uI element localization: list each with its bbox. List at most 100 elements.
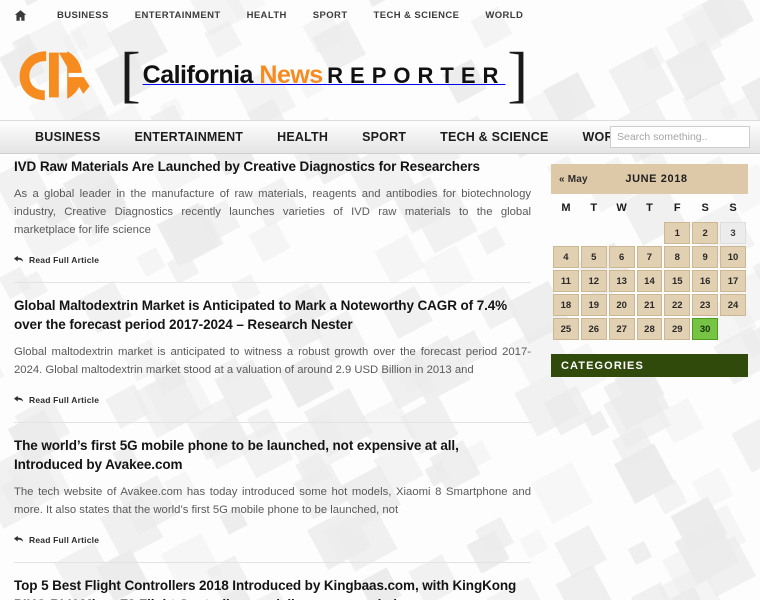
calendar-week-row: 123 (553, 222, 746, 244)
calendar-day-cell[interactable]: 5 (580, 246, 607, 268)
calendar-day-cell[interactable]: 25 (553, 318, 579, 340)
calendar-day-cell[interactable]: 23 (692, 294, 719, 316)
calendar-week-row: 18 19 20 21 22 23 24 (553, 294, 746, 316)
calendar-week-row: 11 12 13 14 15 16 17 (553, 270, 746, 292)
topnav-item-business[interactable]: BUSINESS (44, 10, 122, 21)
calendar-weekday: T (646, 202, 653, 214)
calendar-day-cell[interactable]: 1 (664, 222, 691, 244)
calendar-day-cell[interactable]: 15 (664, 270, 691, 292)
calendar-body: 1 2 3 4 5 6 7 8 9 10 11 12 13 14 15 16 17 18 19 20 21 22 23 24 2… (553, 222, 746, 340)
nav-item-health[interactable]: HEALTH (260, 130, 345, 144)
calendar-empty-cell (720, 318, 746, 340)
nav-item-business[interactable]: BUSINESS (18, 130, 118, 144)
read-full-article-link[interactable]: Read Full Article (14, 255, 99, 265)
calendar-day-cell[interactable]: 17 (720, 270, 746, 292)
article-item: IVD Raw Materials Are Launched by Creati… (14, 157, 531, 283)
sidebar: « May JUNE 2018 M T W T F S S 1 2 3 4 5 … (545, 154, 760, 600)
calendar-weekday: S (701, 202, 709, 214)
calendar-empty-cell (581, 222, 607, 244)
reply-arrow-icon (14, 395, 24, 404)
read-full-article-link[interactable]: Read Full Article (14, 395, 99, 405)
calendar-day-cell[interactable]: 20 (608, 294, 635, 316)
calendar-day-cell[interactable]: 16 (692, 270, 719, 292)
calendar-weekday: S (729, 202, 737, 214)
calendar-weekday: T (590, 202, 598, 214)
article-title[interactable]: The world’s first 5G mobile phone to be … (14, 436, 531, 474)
site-logo[interactable]: [ California News REPORTER ] (14, 41, 536, 109)
calendar-day-cell[interactable]: 4 (553, 246, 579, 268)
read-full-article-label: Read Full Article (29, 534, 100, 545)
calendar-day-cell[interactable]: 30 (692, 318, 719, 340)
calendar-week-row: 25 26 27 28 29 30 (553, 318, 746, 340)
home-icon[interactable] (12, 7, 28, 23)
calendar-day-cell[interactable]: 9 (692, 246, 719, 268)
top-utility-nav: BUSINESS ENTERTAINMENT HEALTH SPORT TECH… (0, 0, 760, 30)
reply-arrow-icon (14, 255, 24, 264)
calendar-widget: « May JUNE 2018 M T W T F S S 1 2 3 4 5 … (551, 164, 748, 342)
calendar-day-cell[interactable]: 28 (636, 318, 663, 340)
calendar-day-cell[interactable]: 29 (664, 318, 691, 340)
calendar-day-cell[interactable]: 13 (608, 270, 635, 292)
calendar-empty-cell (553, 222, 579, 244)
article-title[interactable]: Top 5 Best Flight Controllers 2018 Intro… (14, 576, 531, 600)
topnav-item-entertainment[interactable]: ENTERTAINMENT (122, 10, 234, 21)
calendar-day-cell[interactable]: 21 (636, 294, 663, 316)
topnav-item-health[interactable]: HEALTH (234, 10, 300, 21)
topnav-item-world[interactable]: WORLD (472, 10, 536, 21)
content-area: IVD Raw Materials Are Launched by Creati… (0, 154, 760, 600)
topnav-item-tech-science[interactable]: TECH & SCIENCE (361, 10, 473, 21)
article-item: Top 5 Best Flight Controllers 2018 Intro… (14, 576, 531, 600)
calendar-weekday: W (616, 202, 627, 214)
calendar-day-cell[interactable]: 14 (636, 270, 663, 292)
search-input[interactable] (610, 126, 750, 148)
calendar-day-cell[interactable]: 12 (580, 270, 607, 292)
calendar-day-cell[interactable]: 10 (720, 246, 746, 268)
calendar-day-cell[interactable]: 2 (692, 222, 719, 244)
categories-heading: CATEGORIES (551, 354, 748, 377)
nav-item-sport[interactable]: SPORT (345, 130, 423, 144)
calendar-week-row: 4 5 6 7 8 9 10 (553, 246, 746, 268)
topnav-item-sport[interactable]: SPORT (300, 10, 361, 21)
calendar-weekday: M (561, 202, 571, 214)
main-nav: BUSINESS ENTERTAINMENT HEALTH SPORT TECH… (0, 120, 760, 154)
reply-arrow-icon (14, 535, 24, 544)
article-title[interactable]: IVD Raw Materials Are Launched by Creati… (14, 157, 531, 176)
calendar-day-cell[interactable]: 6 (608, 246, 635, 268)
read-full-article-label: Read Full Article (29, 394, 100, 405)
calendar-empty-cell (609, 222, 635, 244)
calendar-weekday-row: M T W T F S S (553, 196, 746, 220)
calendar-day-cell[interactable]: 8 (664, 246, 691, 268)
article-title[interactable]: Global Maltodextrin Market is Anticipate… (14, 296, 531, 334)
calendar-weekday: F (673, 202, 681, 214)
article-excerpt: As a global leader in the manufacture of… (14, 188, 531, 236)
calendar-day-cell[interactable]: 3 (720, 222, 746, 244)
article-list: IVD Raw Materials Are Launched by Creati… (0, 154, 545, 600)
calendar-header: « May JUNE 2018 (551, 164, 748, 194)
calendar-day-cell[interactable]: 27 (608, 318, 635, 340)
calendar-day-cell[interactable]: 26 (580, 318, 607, 340)
article-excerpt: Global maltodextrin market is anticipate… (14, 346, 531, 376)
bracket-right: ] (507, 41, 529, 109)
calendar-prev-month-link[interactable]: « May (559, 174, 588, 185)
categories-widget: CATEGORIES (551, 354, 748, 377)
article-item: Global Maltodextrin Market is Anticipate… (14, 296, 531, 423)
calendar-day-cell[interactable]: 24 (720, 294, 746, 316)
calendar-day-cell[interactable]: 19 (580, 294, 607, 316)
nav-item-entertainment[interactable]: ENTERTAINMENT (118, 130, 261, 144)
logo-wordmark: [ California News REPORTER ] (112, 41, 536, 109)
bracket-left: [ (120, 41, 141, 109)
logo-line-reporter: REPORTER (327, 63, 506, 88)
calendar-table: M T W T F S S 1 2 3 4 5 6 7 8 9 10 11 12 13 14 15 16 17 1… (551, 194, 748, 342)
read-full-article-link[interactable]: Read Full Article (14, 535, 99, 545)
calendar-day-cell[interactable]: 11 (553, 270, 579, 292)
cnr-monogram-icon (14, 47, 98, 103)
read-full-article-label: Read Full Article (29, 254, 100, 265)
article-excerpt: The tech website of Avakee.com has today… (14, 486, 531, 516)
calendar-day-cell[interactable]: 18 (553, 294, 579, 316)
article-item: The world’s first 5G mobile phone to be … (14, 436, 531, 563)
calendar-day-cell[interactable]: 22 (664, 294, 691, 316)
calendar-empty-cell (637, 222, 663, 244)
calendar-day-cell[interactable]: 7 (636, 246, 663, 268)
site-header: [ California News REPORTER ] (0, 30, 760, 120)
nav-item-tech-science[interactable]: TECH & SCIENCE (423, 130, 565, 144)
